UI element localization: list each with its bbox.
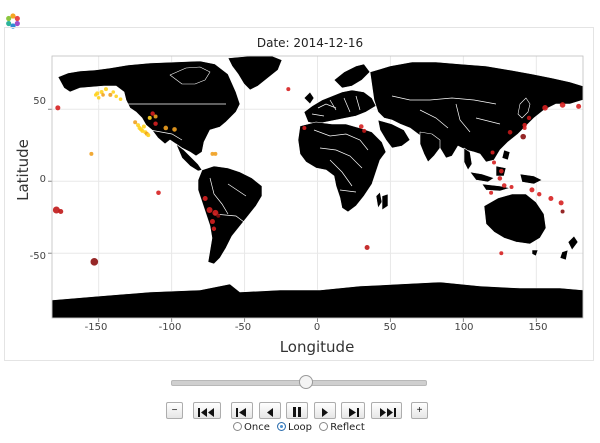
- earthquake-point[interactable]: [497, 176, 503, 181]
- earthquake-point[interactable]: [489, 190, 494, 195]
- earthquake-point[interactable]: [90, 258, 99, 266]
- y-axis-label: Latitude: [14, 139, 32, 201]
- pause-button[interactable]: [286, 402, 308, 419]
- y-tick-label: 50: [33, 96, 46, 107]
- earthquake-point[interactable]: [501, 183, 507, 188]
- step-back-icon: [236, 407, 246, 417]
- first-frame-button[interactable]: [193, 402, 221, 419]
- y-tick-label: -50: [29, 251, 46, 262]
- earthquake-point[interactable]: [362, 128, 367, 133]
- earthquake-point[interactable]: [499, 168, 504, 174]
- earthquake-point[interactable]: [103, 87, 108, 92]
- last-frame-icon: [379, 407, 396, 417]
- play-reverse-button[interactable]: [259, 402, 281, 419]
- earthquake-point[interactable]: [526, 115, 532, 121]
- earthquake-point[interactable]: [286, 87, 291, 92]
- x-tick-label: -50: [234, 322, 252, 333]
- earthquake-point[interactable]: [492, 160, 497, 165]
- earthquake-point[interactable]: [302, 125, 307, 130]
- earthquake-point[interactable]: [55, 105, 61, 111]
- faster-button[interactable]: +: [411, 402, 428, 419]
- x-tick-label: 150: [528, 322, 548, 333]
- first-frame-icon: [198, 407, 214, 417]
- earthquake-point[interactable]: [507, 129, 513, 135]
- earthquake-point[interactable]: [548, 196, 554, 202]
- play-icon: [322, 407, 328, 417]
- chart-title: Date: 2014-12-16: [256, 36, 364, 50]
- earthquake-point[interactable]: [576, 103, 582, 109]
- frame-slider-handle[interactable]: [298, 375, 313, 389]
- earthquake-point[interactable]: [111, 90, 116, 94]
- earthquake-point[interactable]: [108, 92, 113, 97]
- earthquake-point[interactable]: [537, 191, 542, 197]
- earthquake-point[interactable]: [559, 102, 566, 108]
- earthquake-point[interactable]: [520, 133, 526, 140]
- loop-once-label: Once: [244, 422, 270, 433]
- x-tick-label: 0: [313, 322, 321, 333]
- x-axis-label: Longitude: [279, 338, 355, 356]
- loop-loop-radio[interactable]: [277, 422, 287, 431]
- step-forward-button[interactable]: [341, 402, 365, 419]
- earthquake-point[interactable]: [560, 209, 565, 214]
- earthquake-point[interactable]: [146, 133, 151, 138]
- earthquake-point[interactable]: [118, 97, 123, 101]
- x-tick-label: 50: [383, 322, 397, 333]
- earthquake-point[interactable]: [96, 95, 101, 100]
- loop-once-radio[interactable]: [233, 422, 242, 431]
- x-tick-label: -100: [158, 322, 182, 333]
- earthquake-point[interactable]: [101, 93, 105, 97]
- earthquake-point[interactable]: [133, 120, 138, 125]
- earthquake-point[interactable]: [89, 151, 94, 156]
- play-button[interactable]: [314, 402, 336, 419]
- step-forward-icon: [349, 407, 359, 417]
- earthquake-point[interactable]: [156, 190, 161, 196]
- loop-mode-options: Once Loop Reflect: [233, 422, 369, 433]
- loop-reflect-label: Reflect: [330, 422, 365, 433]
- earthquake-point[interactable]: [542, 105, 548, 111]
- earthquake-point[interactable]: [364, 244, 370, 250]
- slower-button[interactable]: −: [166, 402, 183, 419]
- earthquake-point[interactable]: [358, 124, 364, 129]
- earthquake-point[interactable]: [172, 127, 177, 132]
- pause-icon: [293, 407, 301, 417]
- play-reverse-icon: [267, 407, 273, 417]
- earthquake-point[interactable]: [209, 219, 215, 225]
- earthquake-point[interactable]: [558, 200, 564, 206]
- earthquake-point[interactable]: [93, 93, 98, 97]
- earthquake-point[interactable]: [216, 213, 221, 218]
- loop-loop-label: Loop: [288, 422, 313, 433]
- last-frame-button[interactable]: [371, 402, 402, 419]
- loop-reflect-radio[interactable]: [319, 422, 329, 431]
- earthquake-point[interactable]: [509, 185, 514, 189]
- earthquake-point[interactable]: [147, 115, 152, 120]
- x-tick-label: -150: [84, 322, 108, 333]
- earthquake-point[interactable]: [529, 187, 535, 193]
- earthquake-point[interactable]: [490, 150, 495, 155]
- earthquake-point[interactable]: [153, 121, 158, 126]
- x-tick-label: 100: [454, 322, 474, 333]
- earthquake-point[interactable]: [163, 125, 169, 131]
- earthquake-point[interactable]: [114, 94, 118, 99]
- earthquake-point[interactable]: [141, 124, 146, 129]
- earthquake-point[interactable]: [522, 125, 527, 130]
- y-tick-label: 0: [39, 174, 46, 185]
- earthquake-point[interactable]: [58, 208, 64, 214]
- earthquake-point[interactable]: [202, 196, 208, 202]
- earthquake-point[interactable]: [213, 151, 218, 156]
- earthquake-point[interactable]: [153, 114, 158, 119]
- step-back-button[interactable]: [231, 402, 253, 419]
- earthquake-point[interactable]: [211, 226, 217, 231]
- earthquake-point[interactable]: [206, 207, 213, 214]
- earthquake-point[interactable]: [499, 251, 504, 256]
